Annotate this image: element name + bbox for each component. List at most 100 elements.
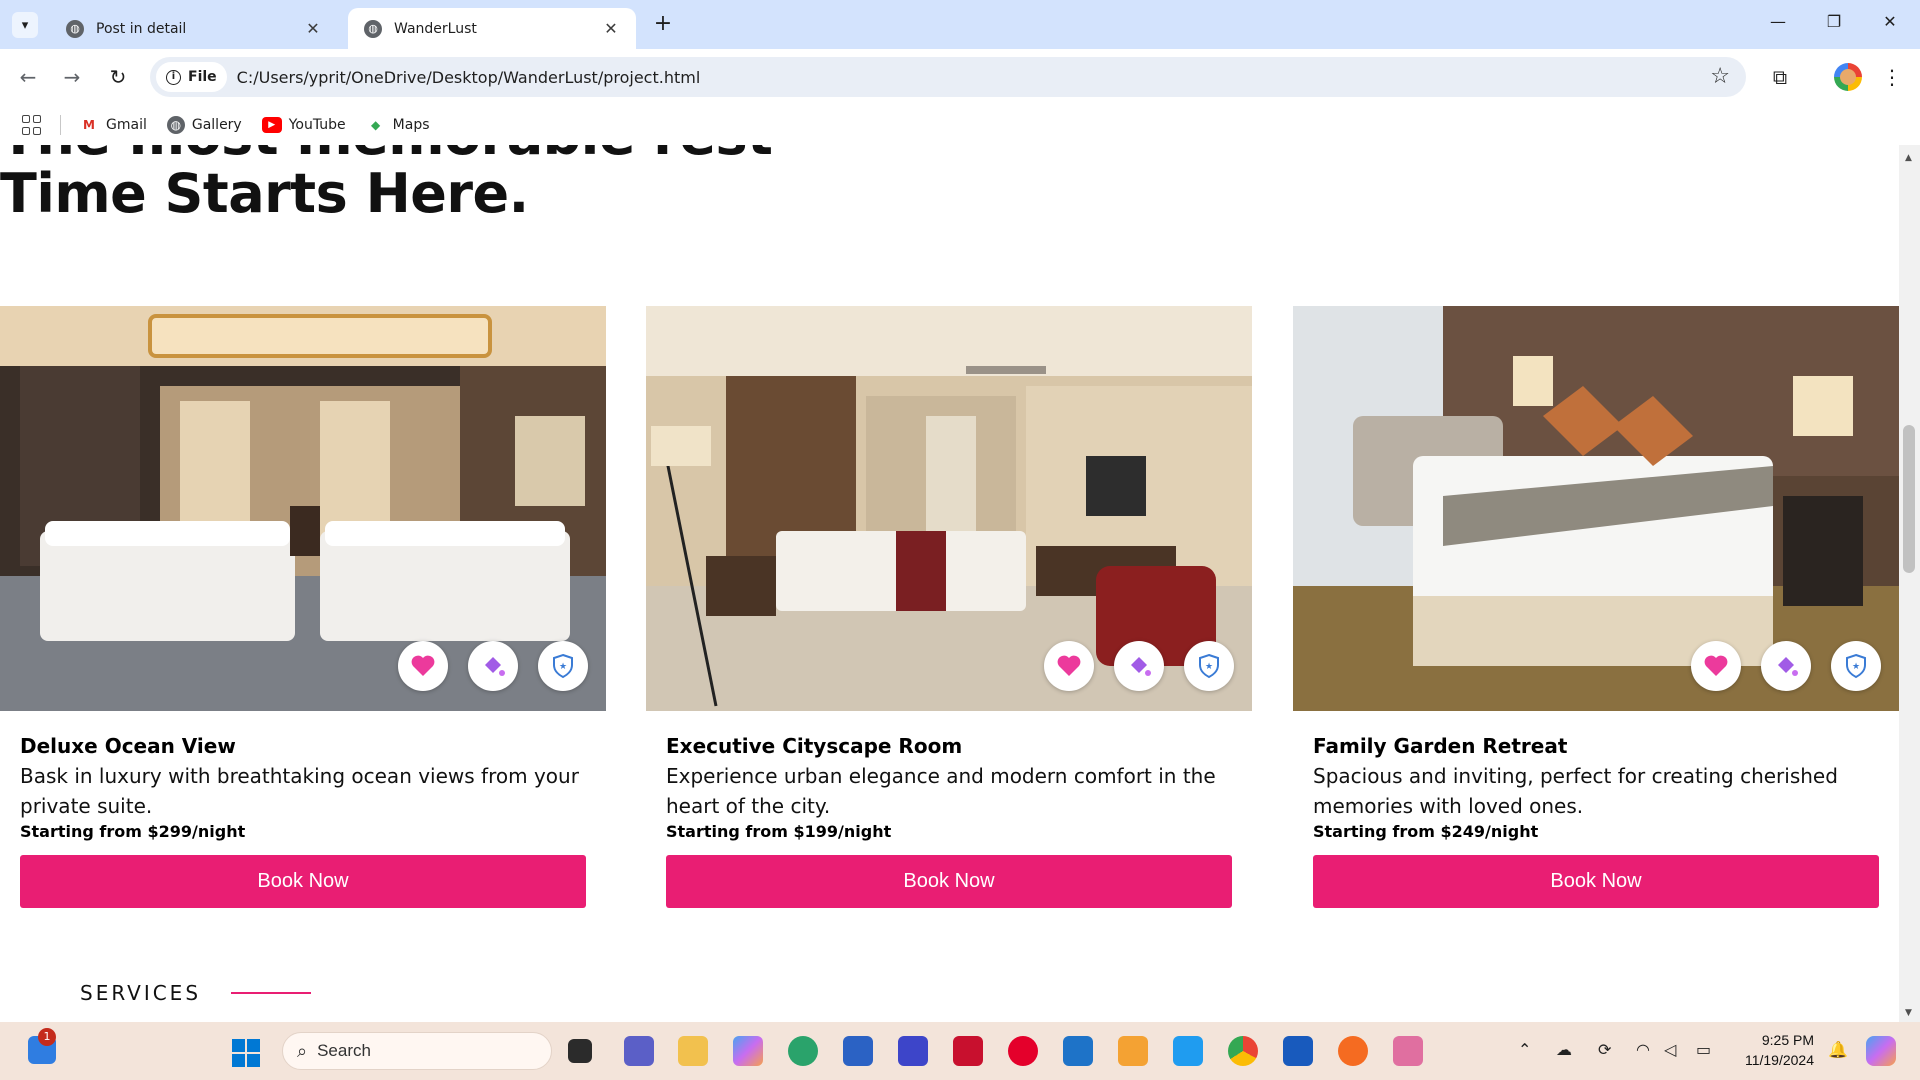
teams-icon[interactable] [624, 1036, 654, 1066]
room-price: Starting from $249/night [1313, 822, 1539, 841]
file-explorer-icon[interactable] [678, 1036, 708, 1066]
scroll-thumb[interactable] [1903, 425, 1915, 573]
task-view-icon[interactable] [568, 1039, 592, 1063]
arrow-left-icon: ← [19, 65, 37, 89]
bookmark-gallery[interactable]: ◍ Gallery [166, 116, 242, 134]
edge-icon[interactable] [788, 1036, 818, 1066]
sync-icon[interactable]: ⟳ [1598, 1040, 1611, 1059]
wifi-icon[interactable]: ◠ [1636, 1040, 1650, 1059]
minimize-button[interactable]: — [1766, 12, 1790, 36]
shield-icon: ★ [553, 653, 573, 679]
close-icon[interactable]: ✕ [602, 19, 620, 38]
notifications-bell-icon[interactable]: 🔔 [1828, 1040, 1848, 1059]
chevron-down-icon: ▾ [21, 17, 29, 33]
youtube-icon: ▶ [261, 117, 282, 133]
bookmark-youtube[interactable]: ▶ YouTube [261, 117, 346, 133]
secure-booking-button[interactable]: ★ [538, 641, 588, 691]
tab-title: Post in detail [96, 20, 187, 37]
app-icon[interactable] [898, 1036, 928, 1066]
copilot-icon[interactable] [733, 1036, 763, 1066]
room-photo: ★ [0, 306, 606, 711]
secure-booking-button[interactable]: ★ [1831, 641, 1881, 691]
card-body: Family Garden Retreat Spacious and invit… [1293, 711, 1899, 908]
forward-button[interactable]: → [58, 63, 86, 91]
word-icon[interactable] [1283, 1036, 1313, 1066]
favorite-button[interactable] [398, 641, 448, 691]
book-now-button[interactable]: Book Now [666, 855, 1232, 908]
restore-button[interactable]: ❐ [1822, 12, 1846, 36]
tab-title: WanderLust [394, 20, 477, 37]
onedrive-icon[interactable]: ☁ [1556, 1040, 1572, 1059]
page-scrollbar[interactable]: ▲ ▼ [1899, 145, 1920, 1022]
close-window-button[interactable]: ✕ [1878, 12, 1902, 36]
close-icon[interactable]: ✕ [304, 19, 322, 38]
site-info-chip[interactable]: i File [156, 62, 227, 92]
reload-icon: ↻ [109, 65, 127, 89]
snipping-tool-icon[interactable] [1393, 1036, 1423, 1066]
svg-text:★: ★ [1205, 662, 1213, 672]
maps-icon: ◆ [371, 118, 381, 132]
pen-icon[interactable] [1118, 1036, 1148, 1066]
mcafee-icon[interactable] [953, 1036, 983, 1066]
scroll-down-arrow-icon[interactable]: ▼ [1905, 1008, 1912, 1018]
remote-desktop-icon[interactable] [1063, 1036, 1093, 1066]
tab-search-button[interactable]: ▾ [12, 12, 38, 38]
reload-button[interactable]: ↻ [104, 63, 132, 91]
scroll-up-arrow-icon[interactable]: ▲ [1905, 153, 1912, 163]
shield-icon: ★ [1846, 653, 1866, 679]
room-title: Deluxe Ocean View [20, 734, 236, 758]
book-now-button[interactable]: Book Now [20, 855, 586, 908]
taskbar-search[interactable]: ⌕ Search [282, 1032, 552, 1070]
windows-taskbar: 1 ⌕ Search ⌃ ☁ ⟳ ◠ ◁ ▭ 9:25 PM 11/19/202… [0, 1022, 1920, 1080]
chrome-icon[interactable] [1228, 1036, 1258, 1066]
card-actions: ★ [1691, 641, 1881, 691]
svg-text:★: ★ [1852, 662, 1860, 672]
clock-date: 11/19/2024 [1744, 1052, 1814, 1068]
favorite-button[interactable] [1691, 641, 1741, 691]
tab-post-in-detail[interactable]: ◍ Post in detail ✕ [50, 8, 338, 49]
arrow-right-icon: → [63, 65, 81, 89]
gmail-icon: M [83, 118, 95, 132]
address-bar[interactable]: i File C:/Users/yprit/OneDrive/Desktop/W… [150, 57, 1746, 97]
svg-text:★: ★ [559, 662, 567, 672]
bookmark-maps[interactable]: ◆ Maps [366, 117, 429, 133]
bookmarks-divider [60, 115, 61, 135]
opera-icon[interactable] [1008, 1036, 1038, 1066]
card-actions: ★ [1044, 641, 1234, 691]
copilot-preview-icon[interactable] [1866, 1036, 1896, 1066]
favorite-button[interactable] [1044, 641, 1094, 691]
profile-avatar[interactable] [1834, 63, 1862, 91]
store-icon[interactable] [843, 1036, 873, 1066]
vscode-icon[interactable] [1173, 1036, 1203, 1066]
room-description: Spacious and inviting, perfect for creat… [1313, 764, 1838, 818]
new-tab-button[interactable]: + [650, 12, 676, 38]
secure-booking-button[interactable]: ★ [1184, 641, 1234, 691]
back-button[interactable]: ← [14, 63, 42, 91]
tab-strip: ▾ ◍ Post in detail ✕ ◍ WanderLust ✕ + — … [0, 0, 1920, 49]
paint-bucket-icon [485, 657, 505, 676]
avast-icon[interactable] [1338, 1036, 1368, 1066]
amenities-button[interactable] [1114, 641, 1164, 691]
tab-wanderlust[interactable]: ◍ WanderLust ✕ [348, 8, 636, 49]
apps-grid-icon[interactable] [22, 115, 42, 135]
show-hidden-icons-chevron-icon[interactable]: ⌃ [1518, 1040, 1531, 1059]
bookmark-star-icon[interactable]: ☆ [1710, 64, 1730, 89]
battery-icon[interactable]: ▭ [1696, 1040, 1711, 1059]
room-photo: ★ [1293, 306, 1899, 711]
extensions-icon[interactable]: ⧉ [1766, 63, 1794, 91]
site-chip-label: File [188, 69, 217, 85]
book-now-button[interactable]: Book Now [1313, 855, 1879, 908]
amenities-button[interactable] [468, 641, 518, 691]
shield-icon: ★ [1199, 653, 1219, 679]
amenities-button[interactable] [1761, 641, 1811, 691]
url-text[interactable]: C:/Users/yprit/OneDrive/Desktop/WanderLu… [237, 68, 701, 87]
room-price: Starting from $299/night [20, 822, 246, 841]
volume-muted-icon[interactable]: ◁ [1664, 1040, 1676, 1059]
menu-icon[interactable]: ⋮ [1878, 63, 1906, 91]
bookmark-label: Gallery [191, 117, 242, 133]
services-label: SERVICES [80, 981, 202, 1005]
start-button[interactable] [232, 1039, 260, 1067]
system-clock[interactable]: 9:25 PM 11/19/2024 [1738, 1030, 1814, 1070]
bookmark-gmail[interactable]: M Gmail [79, 117, 147, 133]
heart-icon [1704, 655, 1728, 676]
